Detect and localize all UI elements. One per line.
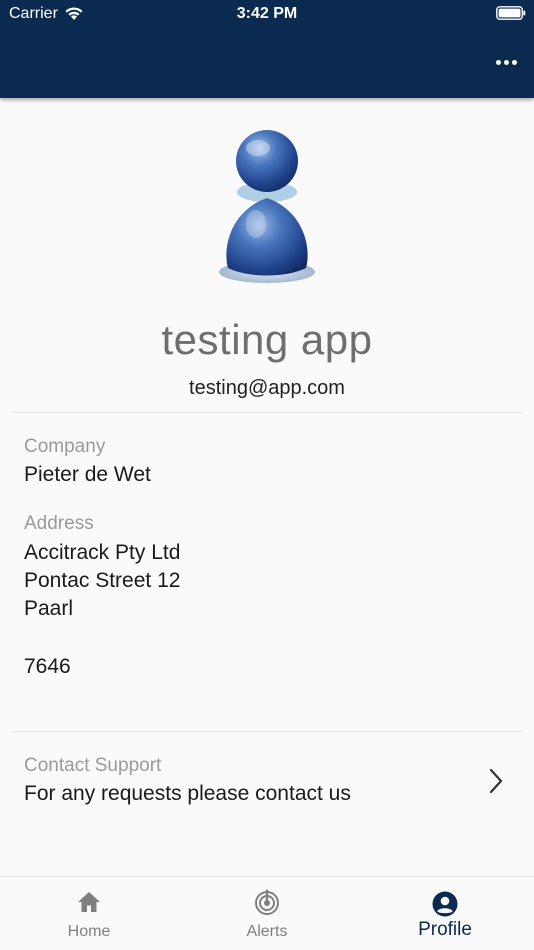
address-postal-code: 7646 (24, 655, 71, 678)
divider (12, 412, 522, 413)
chevron-right-icon (489, 768, 503, 794)
divider (12, 731, 522, 732)
address-line: Paarl (24, 597, 74, 620)
tab-label: Home (67, 923, 111, 940)
profile-email: testing@app.com (189, 377, 345, 399)
status-bar: Carrier 3:42 PM (0, 0, 534, 30)
tab-alerts[interactable]: Alerts (178, 877, 356, 950)
contact-support-text: For any requests please contact us (24, 782, 351, 805)
company-label: Company (24, 436, 106, 457)
more-options-button[interactable] (492, 50, 520, 74)
address-line: Pontac Street 12 (24, 569, 181, 592)
status-time: 3:42 PM (236, 5, 298, 22)
profile-content: testing app testing@app.com Company Piet… (0, 98, 534, 876)
tab-home[interactable]: Home (0, 877, 178, 950)
profile-name: testing app (161, 316, 373, 363)
address-line: Accitrack Pty Ltd (24, 541, 181, 564)
bottom-tab-bar: Home Alerts Profile (0, 876, 534, 950)
battery-icon (496, 6, 526, 20)
more-dot-icon (495, 59, 501, 65)
more-dot-icon (511, 59, 517, 65)
address-label: Address (24, 513, 94, 534)
app-header: Carrier 3:42 PM (0, 0, 534, 98)
tab-label: Alerts (246, 923, 288, 940)
contact-support-row[interactable]: Contact Support For any requests please … (0, 738, 534, 818)
home-icon (78, 892, 100, 912)
profile-icon (432, 891, 458, 917)
alerts-icon (255, 889, 279, 915)
company-value: Pieter de Wet (24, 463, 151, 486)
contact-support-label: Contact Support (24, 755, 162, 776)
tab-profile[interactable]: Profile (356, 877, 534, 950)
user-avatar-icon (219, 130, 315, 283)
tab-label: Profile (418, 919, 472, 940)
more-dot-icon (503, 59, 509, 65)
